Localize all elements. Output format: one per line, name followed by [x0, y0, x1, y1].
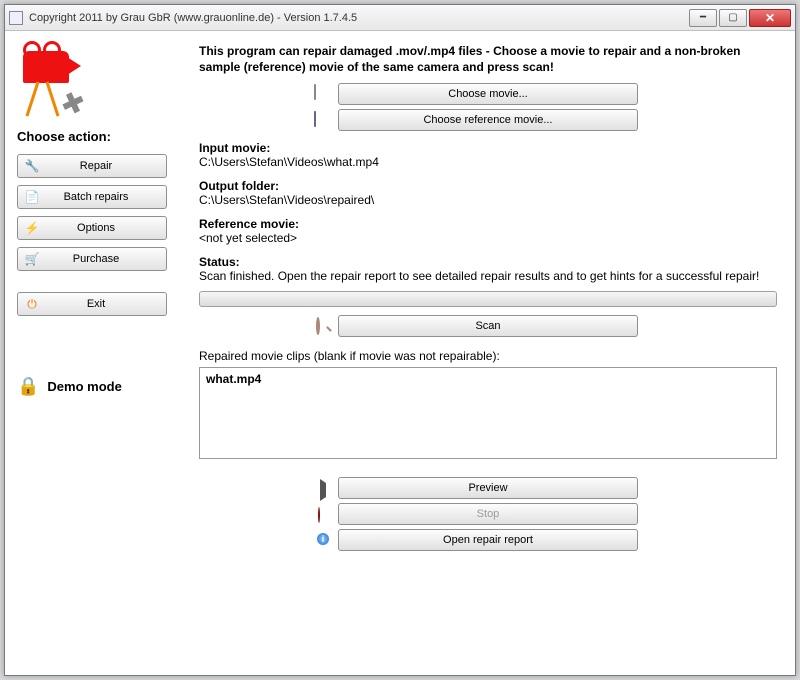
window-controls: ━ ▢ ✕ [687, 9, 791, 27]
input-movie-label: Input movie: [199, 141, 777, 155]
window-title: Copyright 2011 by Grau GbR (www.grauonli… [29, 12, 687, 24]
info-icon: i [317, 533, 329, 545]
minimize-button[interactable]: ━ [689, 9, 717, 27]
preview-button[interactable]: Preview [338, 477, 638, 499]
stop-button: Stop [338, 503, 638, 525]
magnifier-icon [316, 319, 320, 333]
repair-button[interactable]: 🔧 Repair [17, 154, 167, 178]
tools-icon: ✖ [56, 84, 89, 123]
status-label: Status: [199, 255, 777, 269]
play-icon [318, 483, 326, 497]
list-item[interactable]: what.mp4 [206, 372, 770, 386]
sidebar-heading: Choose action: [17, 129, 185, 144]
choose-reference-button[interactable]: Choose reference movie... [338, 109, 638, 131]
sidebar: ✖ Choose action: 🔧 Repair 📄 Batch repair… [13, 39, 193, 667]
batch-repairs-button[interactable]: 📄 Batch repairs [17, 185, 167, 209]
close-button[interactable]: ✕ [749, 9, 791, 27]
reference-movie-label: Reference movie: [199, 217, 777, 231]
output-folder-value: C:\Users\Stefan\Videos\repaired\ [199, 193, 777, 207]
client-area: ✖ Choose action: 🔧 Repair 📄 Batch repair… [5, 31, 795, 675]
app-logo: ✖ [17, 43, 97, 123]
title-bar[interactable]: Copyright 2011 by Grau GbR (www.grauonli… [5, 5, 795, 31]
status-value: Scan finished. Open the repair report to… [199, 269, 777, 283]
demo-mode-label: 🔒 Demo mode [17, 376, 185, 397]
lock-icon: 🔒 [17, 376, 39, 397]
app-icon [9, 11, 23, 25]
intro-text: This program can repair damaged .mov/.mp… [199, 43, 777, 75]
open-report-button[interactable]: Open repair report [338, 529, 638, 551]
scan-button[interactable]: Scan [338, 315, 638, 337]
repaired-list-label: Repaired movie clips (blank if movie was… [199, 349, 777, 363]
repaired-list[interactable]: what.mp4 [199, 367, 777, 459]
image-icon [314, 85, 316, 99]
maximize-button[interactable]: ▢ [719, 9, 747, 27]
output-folder-label: Output folder: [199, 179, 777, 193]
stop-icon [318, 508, 320, 522]
purchase-button[interactable]: 🛒 Purchase [17, 247, 167, 271]
camera-icon [314, 112, 316, 126]
reference-movie-value: <not yet selected> [199, 231, 777, 245]
choose-movie-button[interactable]: Choose movie... [338, 83, 638, 105]
input-movie-value: C:\Users\Stefan\Videos\what.mp4 [199, 155, 777, 169]
app-window: Copyright 2011 by Grau GbR (www.grauonli… [4, 4, 796, 676]
options-button[interactable]: ⚡ Options [17, 216, 167, 240]
exit-button[interactable]: ⏻ Exit [17, 292, 167, 316]
main-panel: This program can repair damaged .mov/.mp… [193, 39, 787, 667]
progress-bar [199, 291, 777, 307]
